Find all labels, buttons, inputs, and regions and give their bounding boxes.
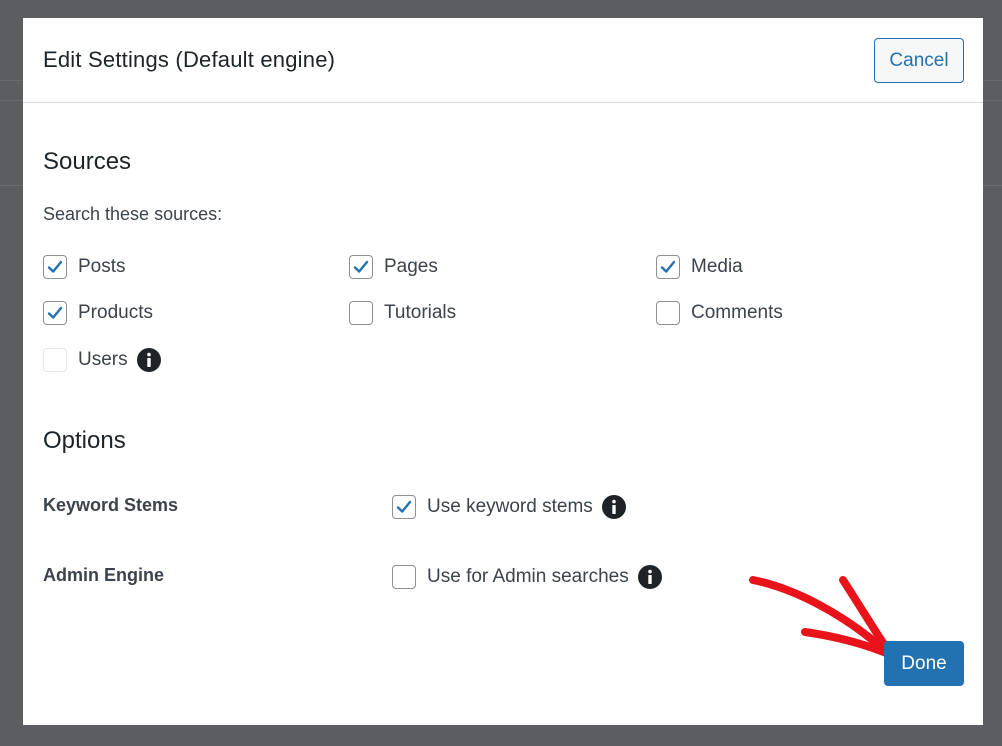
media-label: Media xyxy=(691,256,743,277)
users-checkbox xyxy=(43,348,67,372)
source-option-products[interactable]: Products xyxy=(43,300,153,326)
sources-section-title: Sources xyxy=(43,148,132,175)
keyword-stems-checkbox[interactable] xyxy=(392,495,416,519)
done-button[interactable]: Done xyxy=(884,641,964,686)
modal-header: Edit Settings (Default engine) Cancel xyxy=(23,18,983,103)
options-section-title: Options xyxy=(43,427,126,454)
checkmark-icon xyxy=(353,260,369,273)
users-label: Users xyxy=(78,349,128,370)
keyword-stems-option[interactable]: Use keyword stems xyxy=(392,494,626,520)
modal-title: Edit Settings (Default engine) xyxy=(43,47,336,72)
source-option-users: Users xyxy=(43,347,161,373)
pages-checkbox[interactable] xyxy=(349,255,373,279)
source-option-comments[interactable]: Comments xyxy=(656,300,783,326)
posts-label: Posts xyxy=(78,256,126,277)
checkmark-icon xyxy=(47,306,63,319)
admin-searches-checkbox[interactable] xyxy=(392,565,416,589)
keyword-stems-checkbox-label: Use keyword stems xyxy=(427,496,593,517)
keyword-stems-label: Keyword Stems xyxy=(43,495,179,515)
tutorials-checkbox[interactable] xyxy=(349,301,373,325)
cancel-button[interactable]: Cancel xyxy=(874,38,964,83)
edit-settings-modal: Edit Settings (Default engine) Cancel So… xyxy=(23,18,983,725)
info-icon[interactable] xyxy=(136,348,161,372)
comments-label: Comments xyxy=(691,302,783,323)
admin-engine-option[interactable]: Use for Admin searches xyxy=(392,564,662,590)
comments-checkbox[interactable] xyxy=(656,301,680,325)
source-option-posts[interactable]: Posts xyxy=(43,254,126,280)
products-checkbox[interactable] xyxy=(43,301,67,325)
source-option-tutorials[interactable]: Tutorials xyxy=(349,300,456,326)
info-icon[interactable] xyxy=(601,495,626,519)
checkmark-icon xyxy=(660,260,676,273)
source-option-media[interactable]: Media xyxy=(656,254,743,280)
checkmark-icon xyxy=(47,260,63,273)
admin-searches-checkbox-label: Use for Admin searches xyxy=(427,566,629,587)
tutorials-label: Tutorials xyxy=(384,302,457,323)
products-label: Products xyxy=(78,302,153,323)
info-icon[interactable] xyxy=(637,565,662,589)
source-option-pages[interactable]: Pages xyxy=(349,254,438,280)
sources-subtitle: Search these sources: xyxy=(43,204,223,224)
pages-label: Pages xyxy=(384,256,438,277)
checkmark-icon xyxy=(396,500,412,513)
admin-engine-label: Admin Engine xyxy=(43,565,164,585)
posts-checkbox[interactable] xyxy=(43,255,67,279)
media-checkbox[interactable] xyxy=(656,255,680,279)
